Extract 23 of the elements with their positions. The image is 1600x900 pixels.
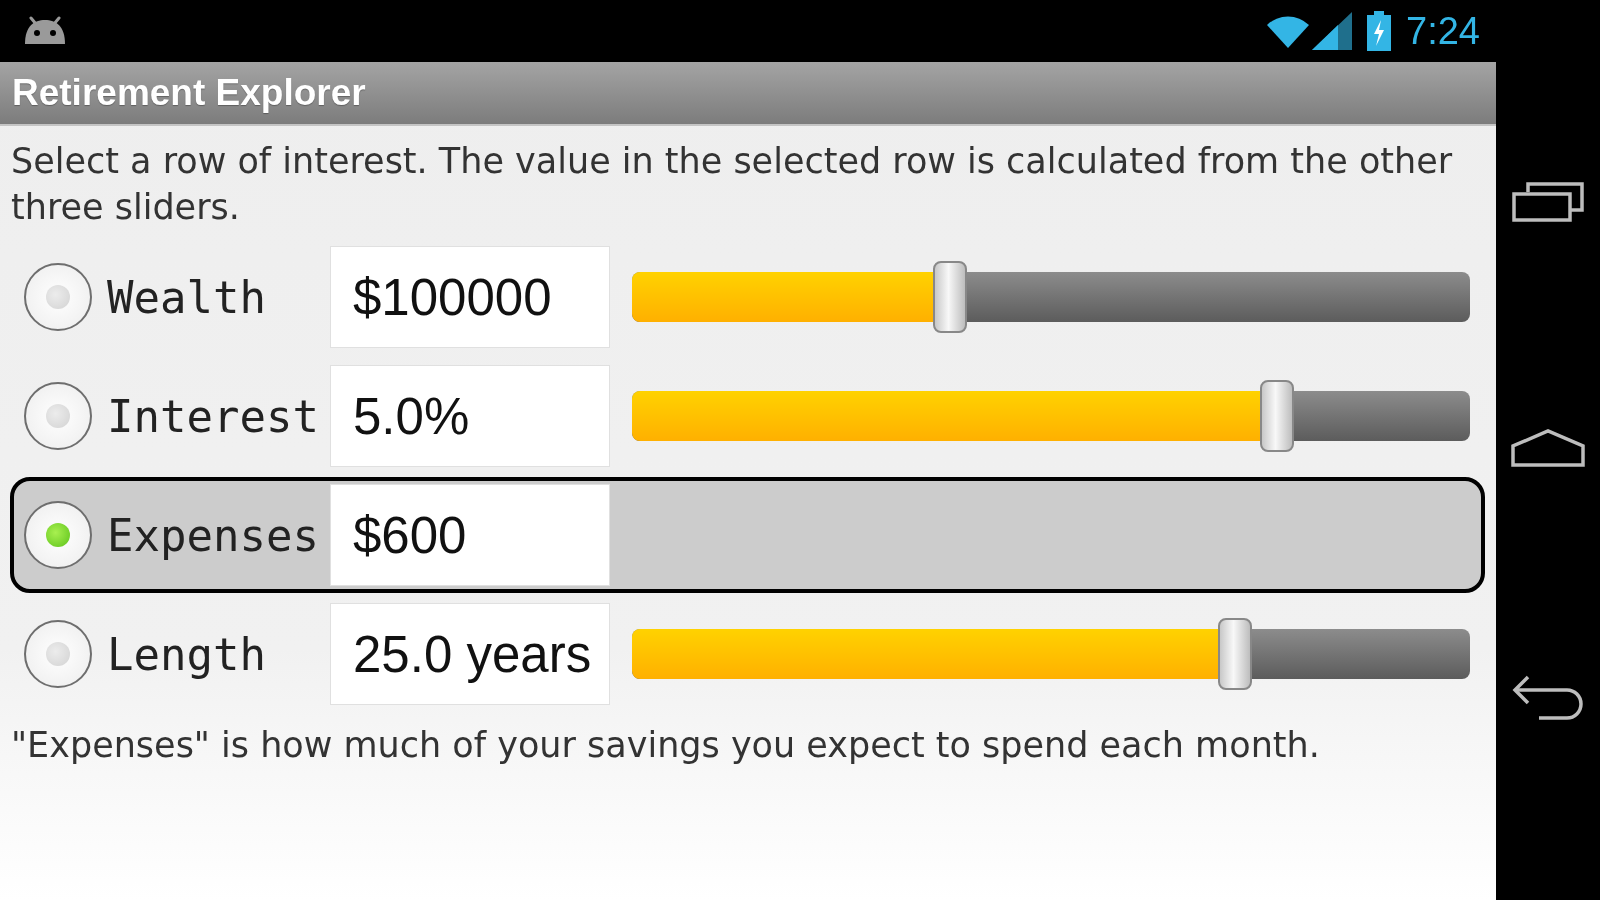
slider-track[interactable]	[632, 391, 1470, 441]
row-label: Wealth	[106, 271, 267, 323]
value-field[interactable]: 5.0%	[330, 365, 610, 467]
row-label: Expenses	[106, 509, 320, 561]
recent-apps-icon[interactable]	[1512, 182, 1584, 222]
value-field[interactable]: 25.0 years	[330, 603, 610, 705]
battery-charging-icon	[1366, 11, 1393, 51]
slider-track[interactable]	[632, 629, 1470, 679]
hint-text: "Expenses" is how much of your savings you expect to spend each month.	[10, 724, 1321, 767]
row-label: Interest	[106, 390, 320, 442]
slider-thumb[interactable]	[933, 261, 968, 333]
home-icon[interactable]	[1511, 429, 1585, 467]
slider-track[interactable]	[632, 272, 1470, 322]
instructions-text: Select a row of interest. The value in the selected row is calculated from the other three sliders.	[10, 140, 1454, 229]
slider-thumb[interactable]	[1260, 380, 1295, 452]
value-field[interactable]: $600	[330, 484, 610, 586]
value-field[interactable]: $100000	[330, 246, 610, 348]
robot-head-icon	[22, 16, 68, 46]
status-time: 7:24	[1406, 12, 1480, 50]
row-label: Length	[106, 628, 267, 680]
signal-icon	[1312, 12, 1353, 50]
slider-thumb[interactable]	[1218, 618, 1253, 690]
app-title: Retirement Explorer	[12, 72, 366, 114]
